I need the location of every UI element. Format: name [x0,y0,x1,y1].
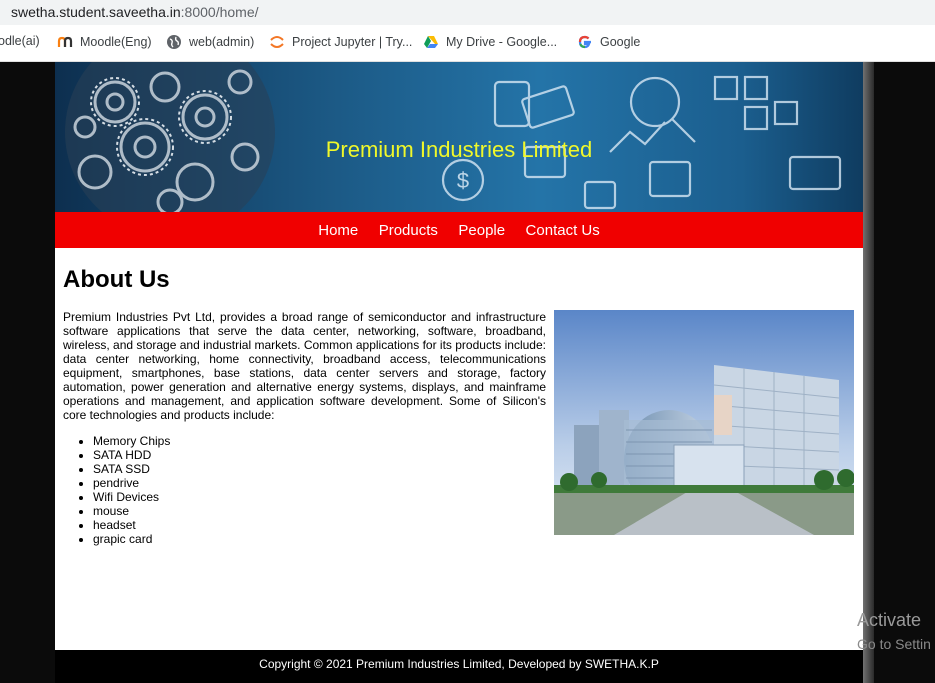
nav-home[interactable]: Home [318,212,358,250]
list-item: Memory Chips [93,434,170,448]
url-host: swetha.student.saveetha.in [11,4,181,20]
moodle-icon [57,34,73,50]
footer: Copyright © 2021 Premium Industries Limi… [55,650,863,683]
url-path: :8000/home/ [180,4,259,20]
site-title: Premium Industries Limited [325,137,593,162]
drive-icon [423,34,439,50]
list-item: headset [93,518,170,532]
bookmark-moodle-ai[interactable]: odle(ai) [0,34,40,48]
product-list: Memory Chips SATA HDD SATA SSD pendrive … [93,434,170,546]
list-item: pendrive [93,476,170,490]
bookmarks-bar: odle(ai) Moodle(Eng) web(admin) Project … [0,25,935,62]
jupyter-icon [269,34,285,50]
bookmark-jupyter[interactable]: Project Jupyter | Try... [269,34,412,50]
list-item: mouse [93,504,170,518]
windows-activation-watermark: Activate [857,610,922,630]
list-item: SATA HDD [93,448,170,462]
page-edge-shadow [862,62,874,683]
list-item: SATA SSD [93,462,170,476]
bookmark-label: Moodle(Eng) [80,35,152,49]
google-icon [577,34,593,50]
bookmark-google-drive[interactable]: My Drive - Google... [423,34,557,50]
office-building-image [554,310,854,535]
globe-icon [166,34,182,50]
bookmark-moodle-eng[interactable]: Moodle(Eng) [57,34,152,50]
bookmark-label: My Drive - Google... [446,35,558,49]
nav-people[interactable]: People [458,212,505,250]
about-heading: About Us [63,266,170,293]
url-text[interactable]: swetha.student.saveetha.in:8000/home/ [11,4,259,20]
windows-activation-subtext[interactable]: Go to Settin [857,636,931,652]
header-banner: $ Premium Industries Limited [55,62,863,212]
web-page: $ Premium Industries Limited Home Produc… [55,62,863,683]
list-item: grapic card [93,532,170,546]
list-item: Wifi Devices [93,490,170,504]
address-bar[interactable]: swetha.student.saveetha.in:8000/home/ [0,0,935,26]
bookmark-label: web(admin) [189,35,255,49]
main-nav: Home Products People Contact Us [55,212,863,248]
nav-contact-us[interactable]: Contact Us [526,212,600,250]
bookmark-label: Google [600,35,641,49]
bookmark-google[interactable]: Google [577,34,640,50]
about-paragraph: Premium Industries Pvt Ltd, provides a b… [63,310,546,422]
svg-text:$: $ [457,168,469,193]
bookmark-label: Project Jupyter | Try... [292,35,413,49]
bookmark-label: odle(ai) [0,34,40,48]
bookmark-web-admin[interactable]: web(admin) [166,34,254,50]
nav-products[interactable]: Products [379,212,438,250]
